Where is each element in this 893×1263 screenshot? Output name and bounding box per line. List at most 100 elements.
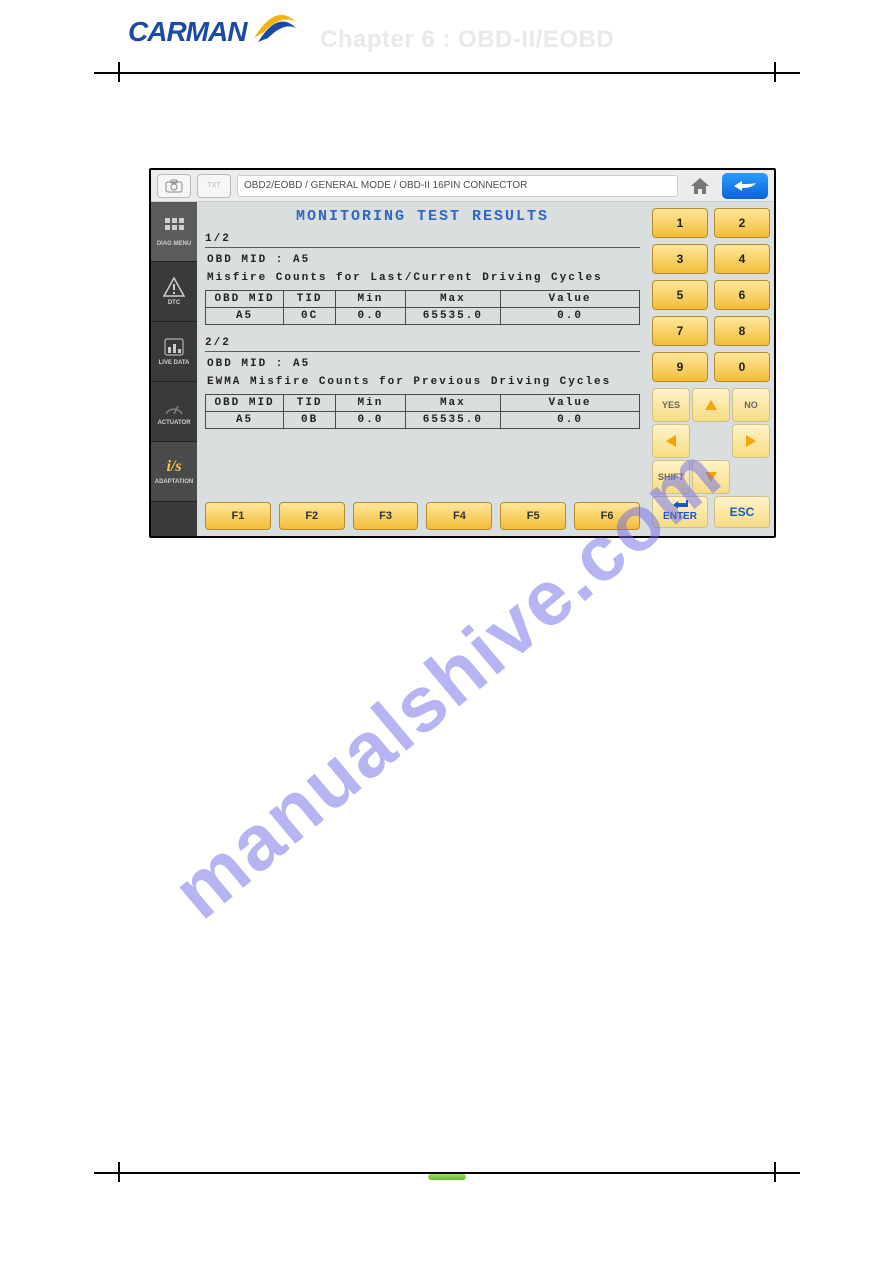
group-desc: EWMA Misfire Counts for Previous Driving… <box>205 372 640 394</box>
up-button[interactable] <box>692 388 730 422</box>
center-pane: MONITORING TEST RESULTS 1/2 OBD MID : A5… <box>197 202 648 536</box>
shift-button[interactable]: SHIFT <box>652 460 690 494</box>
num-8[interactable]: 8 <box>714 316 770 346</box>
back-arrow-icon <box>731 178 759 194</box>
arrow-down-icon <box>705 472 717 482</box>
th: TID <box>284 291 336 308</box>
th: Value <box>501 395 640 412</box>
th: Value <box>501 291 640 308</box>
result-group-2: 2/2 OBD MID : A5 EWMA Misfire Counts for… <box>205 335 640 429</box>
td: 0B <box>284 412 336 429</box>
back-button[interactable] <box>722 173 768 199</box>
f2-button[interactable]: F2 <box>279 502 345 530</box>
num-5[interactable]: 5 <box>652 280 708 310</box>
th: OBD MID <box>206 291 284 308</box>
left-rail: DIAG MENU DTC LIVE DATA ACTUATOR i/s ADA… <box>151 202 197 536</box>
down-button[interactable] <box>692 460 730 494</box>
camera-button[interactable] <box>157 174 191 198</box>
warning-icon <box>163 277 185 297</box>
td: 65535.0 <box>405 412 500 429</box>
rail-adaptation[interactable]: i/s ADAPTATION <box>151 442 197 502</box>
num-7[interactable]: 7 <box>652 316 708 346</box>
chapter-heading: Chapter 6 : OBD-II/EOBD <box>320 26 614 54</box>
td: 0C <box>284 308 336 325</box>
num-2[interactable]: 2 <box>714 208 770 238</box>
rail-label: DIAG MENU <box>157 241 191 247</box>
td: A5 <box>206 412 284 429</box>
group-mid: OBD MID : A5 <box>205 248 640 268</box>
arrow-left-icon <box>666 435 676 447</box>
gauge-icon <box>163 397 185 417</box>
num-9[interactable]: 9 <box>652 352 708 382</box>
yes-button[interactable]: YES <box>652 388 690 422</box>
data-table-2: OBD MID TID Min Max Value A5 0B 0.0 6553… <box>205 394 640 429</box>
breadcrumb: OBD2/EOBD / GENERAL MODE / OBD-II 16PIN … <box>237 175 678 197</box>
top-bar: TXT OBD2/EOBD / GENERAL MODE / OBD-II 16… <box>151 170 774 202</box>
data-table-1: OBD MID TID Min Max Value A5 0C 0.0 6553… <box>205 290 640 325</box>
rail-diag-menu[interactable]: DIAG MENU <box>151 202 197 262</box>
txt-label: TXT <box>207 182 220 189</box>
rail-dtc[interactable]: DTC <box>151 262 197 322</box>
f5-button[interactable]: F5 <box>500 502 566 530</box>
enter-label: ENTER <box>663 510 697 524</box>
grid-icon <box>163 216 185 238</box>
home-icon <box>690 177 710 195</box>
arrow-up-icon <box>705 400 717 410</box>
rail-label: ADAPTATION <box>155 479 193 485</box>
esc-button[interactable]: ESC <box>714 496 770 528</box>
chart-icon <box>163 337 185 357</box>
txt-button[interactable]: TXT <box>197 174 231 198</box>
screen-title: MONITORING TEST RESULTS <box>197 202 648 227</box>
table-row[interactable]: A5 0B 0.0 65535.0 0.0 <box>206 412 640 429</box>
home-button[interactable] <box>684 174 716 198</box>
th: TID <box>284 395 336 412</box>
f4-button[interactable]: F4 <box>426 502 492 530</box>
th: Max <box>405 395 500 412</box>
group-index: 1/2 <box>205 231 640 248</box>
right-button[interactable] <box>732 424 770 458</box>
adapt-glyph: i/s <box>166 458 181 476</box>
function-row: F1 F2 F3 F4 F5 F6 <box>197 502 648 530</box>
th: Min <box>336 395 405 412</box>
td: 0.0 <box>336 412 405 429</box>
num-0[interactable]: 0 <box>714 352 770 382</box>
th: Min <box>336 291 405 308</box>
dpad: YES NO SHIFT <box>652 388 770 490</box>
group-desc: Misfire Counts for Last/Current Driving … <box>205 268 640 290</box>
num-4[interactable]: 4 <box>714 244 770 274</box>
table-row[interactable]: A5 0C 0.0 65535.0 0.0 <box>206 308 640 325</box>
swoosh-icon <box>252 8 298 46</box>
f3-button[interactable]: F3 <box>353 502 419 530</box>
f6-button[interactable]: F6 <box>574 502 640 530</box>
camera-icon <box>165 179 183 193</box>
arrow-right-icon <box>746 435 756 447</box>
f1-button[interactable]: F1 <box>205 502 271 530</box>
rule-top <box>94 72 800 74</box>
th: OBD MID <box>206 395 284 412</box>
rail-live-data[interactable]: LIVE DATA <box>151 322 197 382</box>
td: 65535.0 <box>405 308 500 325</box>
num-1[interactable]: 1 <box>652 208 708 238</box>
group-mid: OBD MID : A5 <box>205 352 640 372</box>
rail-label: DTC <box>168 300 180 306</box>
device-screenshot: TXT OBD2/EOBD / GENERAL MODE / OBD-II 16… <box>149 168 776 538</box>
result-group-1: 1/2 OBD MID : A5 Misfire Counts for Last… <box>205 231 640 325</box>
no-button[interactable]: NO <box>732 388 770 422</box>
keypad: 1 2 3 4 5 6 7 8 9 0 YES NO SHIFT <box>648 202 774 536</box>
td: 0.0 <box>501 412 640 429</box>
td: 0.0 <box>336 308 405 325</box>
enter-button[interactable]: ENTER <box>652 496 708 528</box>
brand-text: CARMAN <box>128 18 246 46</box>
left-button[interactable] <box>652 424 690 458</box>
th: Max <box>405 291 500 308</box>
group-index: 2/2 <box>205 335 640 352</box>
td: 0.0 <box>501 308 640 325</box>
td: A5 <box>206 308 284 325</box>
num-6[interactable]: 6 <box>714 280 770 310</box>
rail-actuator[interactable]: ACTUATOR <box>151 382 197 442</box>
page-marker <box>428 1174 466 1180</box>
num-3[interactable]: 3 <box>652 244 708 274</box>
keypad-bottom-row: ENTER ESC <box>652 496 770 528</box>
enter-arrow-icon <box>671 500 689 510</box>
rail-label: ACTUATOR <box>157 420 190 426</box>
